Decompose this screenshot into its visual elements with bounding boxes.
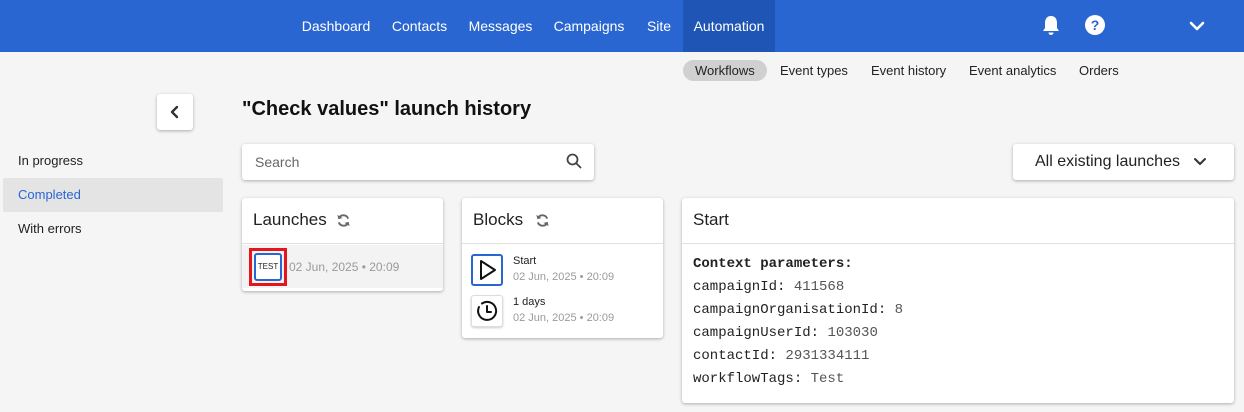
sidebar-item-with-errors[interactable]: With errors [3,212,223,246]
param-value: 411568 [793,279,845,295]
test-badge: TEST [254,253,282,281]
block-time: 02 Jun, 2025 • 20:09 [513,312,615,324]
page-title: "Check values" launch history [242,98,532,120]
chevron-left-icon [170,105,179,119]
sidebar-item-in-progress[interactable]: In progress [3,144,223,178]
search-input[interactable] [242,144,552,180]
launch-row[interactable]: TEST 02 Jun, 2025 • 20:09 [242,245,443,288]
launches-title: Launches [253,210,327,229]
blocks-title: Blocks [473,210,524,229]
param-key: workflowTags: [693,371,803,387]
param-key: campaignUserId: [693,325,820,341]
nav-messages[interactable]: Messages [459,0,542,52]
refresh-icon[interactable] [535,213,550,228]
back-button[interactable] [157,94,193,130]
top-nav-bar: Dashboard Contacts Messages Campaigns Si… [0,0,1244,52]
help-icon[interactable]: ? [1085,15,1105,35]
block-item-delay[interactable]: 1 days 02 Jun, 2025 • 20:09 [471,295,661,331]
search-box [242,144,594,180]
param-key: campaignId: [693,279,786,295]
chevron-down-icon[interactable] [1188,18,1206,34]
block-name: 1 days [513,296,546,308]
param-value: 8 [894,302,904,318]
block-time: 02 Jun, 2025 • 20:09 [513,271,615,283]
blocks-panel: Blocks Start 02 Jun, 2025 • 20:09 1 days… [462,198,663,338]
param-key: contactId: [693,348,778,364]
param-value: 103030 [827,325,878,341]
launches-panel: Launches TEST 02 Jun, 2025 • 20:09 [242,198,443,291]
launch-filter-dropdown[interactable]: All existing launches [1013,144,1234,180]
subnav-event-types[interactable]: Event types [780,60,848,81]
play-icon [471,254,503,286]
blocks-header: Blocks [462,198,663,244]
nav-site[interactable]: Site [636,0,682,52]
highlight-box: TEST [249,248,287,286]
launches-header: Launches [242,198,443,244]
dropdown-selected-value: All existing launches [1035,153,1180,170]
sidebar-item-completed[interactable]: Completed [3,178,223,212]
param-value: Test [810,371,845,387]
subnav-workflows[interactable]: Workflows [683,60,767,81]
block-name: Start [513,255,537,267]
nav-automation[interactable]: Automation [683,0,775,52]
context-param: workflowTags: Test [693,371,844,387]
refresh-icon[interactable] [336,213,351,228]
context-param: campaignUserId: 103030 [693,325,878,341]
nav-dashboard[interactable]: Dashboard [292,0,380,52]
subnav-orders[interactable]: Orders [1079,60,1119,81]
context-param: campaignOrganisationId: 8 [693,302,903,318]
subnav-event-analytics[interactable]: Event analytics [969,60,1056,81]
block-details-panel: Start Context parameters: campaignId: 41… [682,198,1234,403]
param-key: campaignOrganisationId: [693,302,887,318]
details-title: Start [693,210,729,229]
clock-icon [471,295,503,327]
context-param: campaignId: 411568 [693,279,844,295]
search-icon[interactable] [566,153,582,169]
block-item-start[interactable]: Start 02 Jun, 2025 • 20:09 [471,254,661,290]
nav-campaigns[interactable]: Campaigns [543,0,635,52]
details-header: Start [682,198,1234,244]
param-value: 2931334111 [785,348,870,364]
chevron-down-icon [1194,158,1206,165]
bell-icon[interactable] [1041,14,1061,36]
nav-contacts[interactable]: Contacts [381,0,458,52]
context-heading: Context parameters: [693,256,853,272]
subnav-event-history[interactable]: Event history [871,60,946,81]
launch-time: 02 Jun, 2025 • 20:09 [289,260,400,274]
context-param: contactId: 2931334111 [693,348,869,364]
